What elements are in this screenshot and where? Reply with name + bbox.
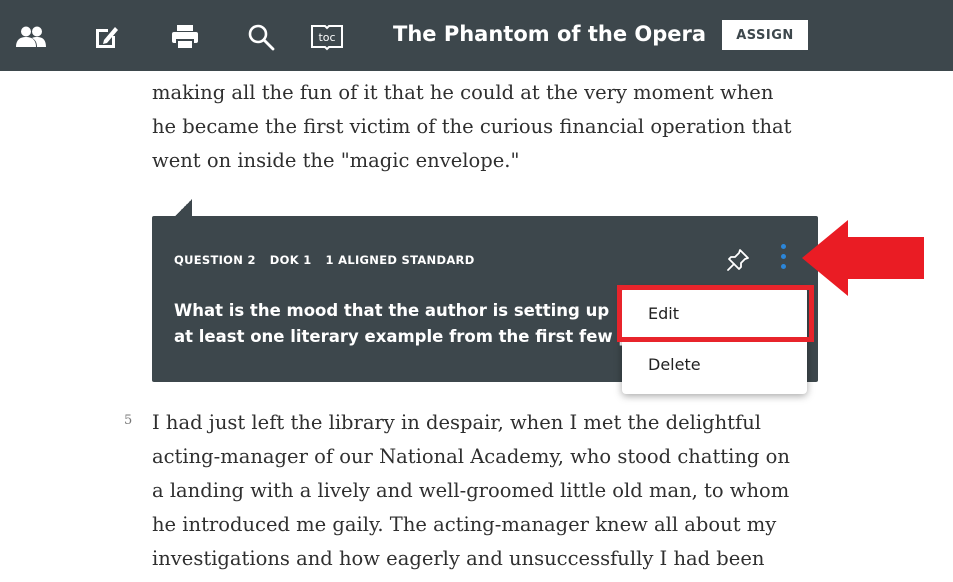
red-arrow-icon (802, 220, 924, 296)
paragraph-line: he introduced me gaily. The acting-manag… (152, 513, 777, 536)
paragraph-line: making all the fun of it that he could a… (152, 81, 774, 104)
question-meta: QUESTION 2 DOK 1 1 ALIGNED STANDARD (174, 253, 475, 267)
assign-button[interactable]: ASSIGN (722, 20, 808, 50)
toc-icon-label: toc (318, 31, 335, 44)
pin-icon[interactable] (725, 247, 751, 273)
edit-note-icon[interactable] (90, 20, 124, 54)
book-title: The Phantom of the Opera (393, 22, 707, 46)
paragraph-line: acting-manager of our National Academy, … (152, 445, 790, 468)
people-icon[interactable] (14, 20, 48, 54)
aligned-standard-link[interactable]: 1 ALIGNED STANDARD (326, 253, 475, 267)
question-text: What is the mood that the author is sett… (174, 298, 644, 350)
paragraph-line: he became the first victim of the curiou… (152, 115, 792, 138)
paragraph-line: a landing with a lively and well-groomed… (152, 479, 790, 502)
card-pointer (174, 199, 192, 217)
paragraph-line: I had just left the library in despair, … (152, 411, 761, 434)
reading-paragraph-1: making all the fun of it that he could a… (152, 76, 852, 178)
reading-paragraph-5: I had just left the library in despair, … (152, 406, 852, 576)
search-icon[interactable] (244, 20, 278, 54)
paragraph-line: investigations and how eagerly and unsuc… (152, 547, 765, 570)
question-number: QUESTION 2 (174, 253, 256, 267)
edit-highlight-box (617, 285, 814, 342)
paragraph-line: went on inside the "magic envelope." (152, 149, 520, 172)
toc-icon[interactable]: toc (310, 20, 344, 54)
print-icon[interactable] (168, 20, 202, 54)
question-text-line: What is the mood that the author is sett… (174, 301, 610, 320)
top-toolbar: toc The Phantom of the Opera ASSIGN (0, 0, 953, 71)
dok-level: DOK 1 (269, 253, 312, 267)
paragraph-number: 5 (124, 413, 133, 428)
menu-item-delete[interactable]: Delete (622, 344, 807, 384)
more-options-icon[interactable] (776, 244, 790, 276)
question-text-line: at least one literary example from the f… (174, 327, 631, 346)
